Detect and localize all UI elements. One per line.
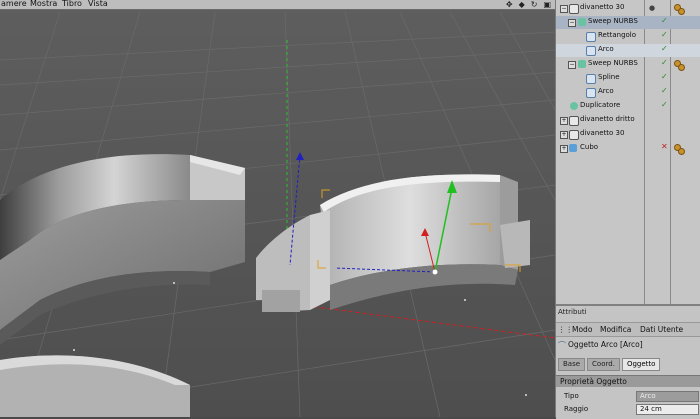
object-label: divanetto dritto bbox=[580, 115, 635, 123]
collapse-icon[interactable]: − bbox=[560, 5, 568, 13]
object-label: divanetto 30 bbox=[580, 129, 625, 137]
object-row[interactable]: + divanetto 30 bbox=[556, 128, 700, 141]
tab-oggetto[interactable]: Oggetto bbox=[621, 358, 661, 371]
spline-icon bbox=[586, 46, 596, 56]
tag-icon[interactable] bbox=[674, 144, 685, 155]
attribute-manager: Attributi ⋮⋮ Modo Modifica Dati Utente ⌒… bbox=[556, 304, 700, 419]
check-icon[interactable]: ✓ bbox=[661, 16, 668, 25]
spline-icon bbox=[586, 32, 596, 42]
null-icon bbox=[569, 130, 579, 140]
object-label: Cubo bbox=[580, 143, 599, 151]
spline-icon bbox=[586, 74, 596, 84]
check-icon[interactable]: ✓ bbox=[661, 44, 668, 53]
spline-icon bbox=[586, 88, 596, 98]
menu-modo[interactable]: Modo bbox=[572, 325, 592, 334]
field-label: Raggio bbox=[564, 405, 589, 413]
duplicator-icon bbox=[570, 102, 578, 110]
object-label: Sweep NURBS bbox=[588, 17, 638, 25]
visibility-dots-icon[interactable]: ● bbox=[649, 4, 659, 13]
null-icon bbox=[569, 116, 579, 126]
object-row[interactable]: Arco ✓ bbox=[556, 44, 700, 57]
field-tipo: Tipo Arco bbox=[556, 390, 700, 402]
section-header: Proprietà Oggetto bbox=[556, 375, 700, 387]
field-label: Tipo bbox=[564, 392, 579, 400]
object-row[interactable]: + Cubo ✕ bbox=[556, 142, 700, 155]
object-label: Arco bbox=[598, 45, 614, 53]
object-row[interactable]: Rettangolo ✓ bbox=[556, 30, 700, 43]
cube-icon bbox=[569, 144, 577, 152]
object-row[interactable]: − Sweep NURBS ✓ bbox=[556, 16, 700, 29]
view-navigation: ✥ ◆ ↻ ▣ bbox=[506, 0, 551, 9]
attribute-tabs: Base Coord. Oggetto bbox=[558, 358, 661, 371]
collapse-icon[interactable]: − bbox=[568, 61, 576, 69]
object-row[interactable]: − Sweep NURBS ✓ bbox=[556, 58, 700, 71]
arc-icon: ⌒ bbox=[558, 341, 566, 350]
viewport-scene bbox=[0, 0, 555, 417]
grip-icon: ⋮⋮ bbox=[558, 325, 573, 334]
sweep-nurbs-icon bbox=[578, 60, 586, 68]
menu-tibro[interactable]: Tibro bbox=[62, 0, 82, 8]
disabled-icon[interactable]: ✕ bbox=[661, 142, 668, 151]
object-row[interactable]: Spline ✓ bbox=[556, 72, 700, 85]
object-row[interactable]: − divanetto 30 ● bbox=[556, 2, 700, 15]
menu-modifica[interactable]: Modifica bbox=[600, 325, 631, 334]
check-icon[interactable]: ✓ bbox=[661, 72, 668, 81]
null-icon bbox=[569, 4, 579, 14]
expand-icon[interactable]: + bbox=[560, 117, 568, 125]
menu-camera[interactable]: amere bbox=[1, 0, 27, 8]
tab-coord[interactable]: Coord. bbox=[587, 358, 620, 371]
tipo-select[interactable]: Arco bbox=[636, 391, 699, 402]
raggio-input[interactable]: 24 cm bbox=[636, 404, 699, 415]
scale-view-icon[interactable]: ◆ bbox=[519, 0, 525, 9]
object-manager: − divanetto 30 ● − Sweep NURBS ✓ Rettang… bbox=[556, 0, 700, 304]
attribute-manager-title: Attributi bbox=[558, 308, 587, 316]
object-label: Arco bbox=[598, 87, 614, 95]
tag-icon[interactable] bbox=[674, 4, 685, 15]
3d-viewport[interactable]: amere Mostra Tibro Vista ✥ ◆ ↻ ▣ bbox=[0, 0, 555, 417]
object-label: Duplicatore bbox=[580, 101, 621, 109]
menu-mostra[interactable]: Mostra bbox=[30, 0, 57, 8]
tag-icon[interactable] bbox=[674, 60, 685, 71]
check-icon[interactable]: ✓ bbox=[661, 100, 668, 109]
side-panel: − divanetto 30 ● − Sweep NURBS ✓ Rettang… bbox=[555, 0, 700, 419]
expand-icon[interactable]: + bbox=[560, 131, 568, 139]
section-title: Proprietà Oggetto bbox=[560, 377, 627, 386]
attribute-menubar: ⋮⋮ Modo Modifica Dati Utente bbox=[556, 322, 700, 337]
object-label: Sweep NURBS bbox=[588, 59, 638, 67]
menu-dati-utente[interactable]: Dati Utente bbox=[640, 325, 683, 334]
check-icon[interactable]: ✓ bbox=[661, 30, 668, 39]
object-label: Rettangolo bbox=[598, 31, 637, 39]
menu-vista[interactable]: Vista bbox=[88, 0, 108, 8]
object-row[interactable]: Arco ✓ bbox=[556, 86, 700, 99]
viewport-menubar: amere Mostra Tibro Vista ✥ ◆ ↻ ▣ bbox=[0, 0, 555, 10]
tab-base[interactable]: Base bbox=[558, 358, 586, 371]
check-icon[interactable]: ✓ bbox=[661, 86, 668, 95]
object-label: Spline bbox=[598, 73, 620, 81]
check-icon[interactable]: ✓ bbox=[661, 58, 668, 67]
collapse-icon[interactable]: − bbox=[568, 19, 576, 27]
attribute-object-label: Oggetto Arco [Arco] bbox=[568, 340, 643, 349]
object-label: divanetto 30 bbox=[580, 3, 625, 11]
object-row[interactable]: Duplicatore ✓ bbox=[556, 100, 700, 113]
sweep-nurbs-icon bbox=[578, 18, 586, 26]
maximize-view-icon[interactable]: ▣ bbox=[543, 0, 551, 9]
field-raggio: Raggio 24 cm bbox=[556, 403, 700, 415]
rotate-view-icon[interactable]: ↻ bbox=[531, 0, 538, 9]
object-row[interactable]: + divanetto dritto bbox=[556, 114, 700, 127]
expand-icon[interactable]: + bbox=[560, 145, 568, 153]
move-view-icon[interactable]: ✥ bbox=[506, 0, 513, 9]
